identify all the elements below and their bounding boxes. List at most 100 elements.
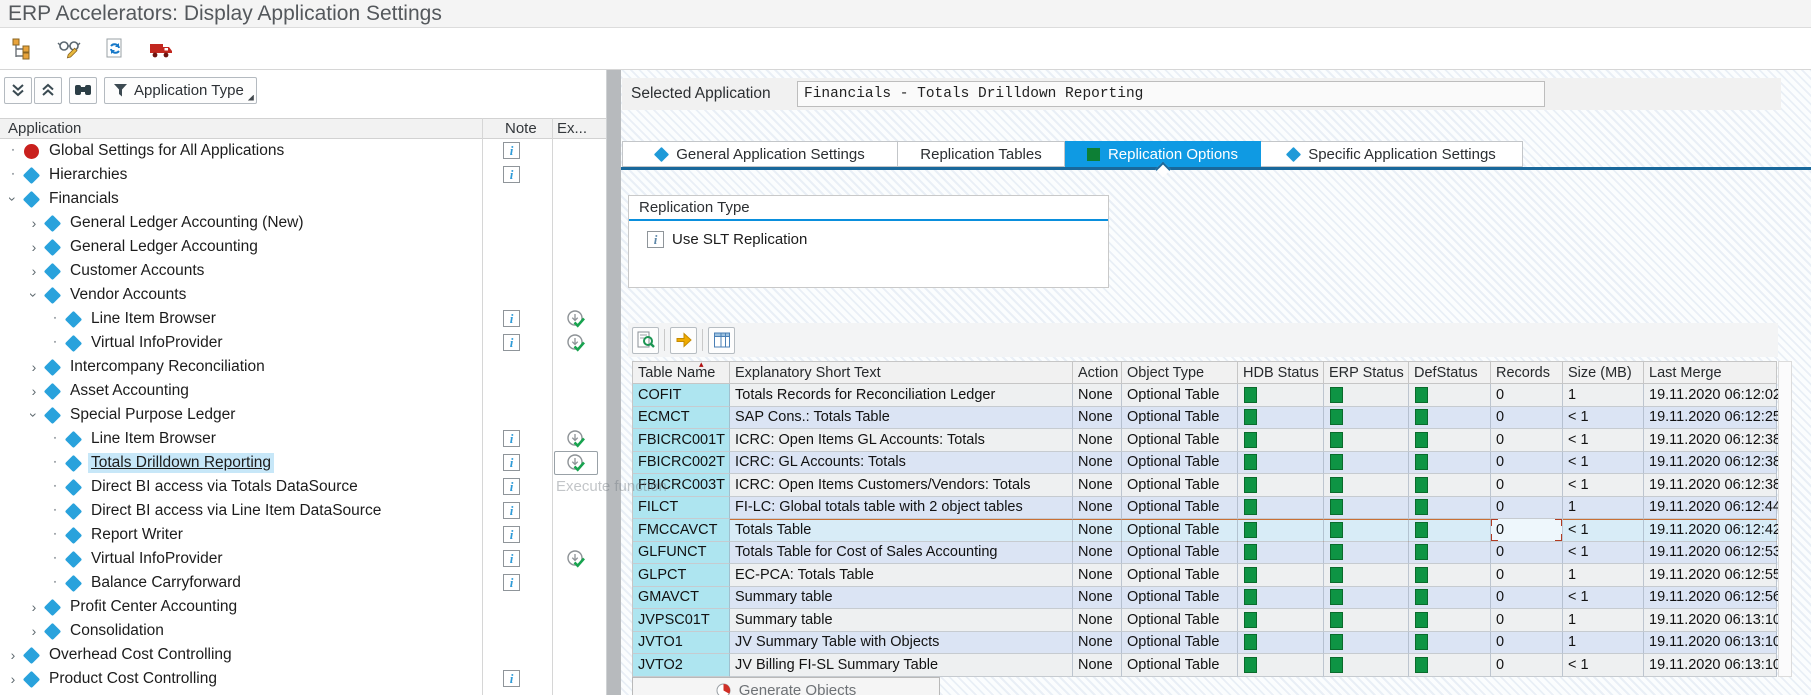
tree-label[interactable]: Customer Accounts [67, 261, 207, 281]
tree-expander[interactable]: › [27, 240, 41, 254]
tree-label[interactable]: Asset Accounting [67, 381, 192, 401]
table-row[interactable]: GLFUNCTTotals Table for Cost of Sales Ac… [632, 542, 1777, 565]
layout-button[interactable] [708, 327, 735, 354]
tree-label[interactable]: Hierarchies [46, 165, 130, 185]
tree-label[interactable]: Global Settings for All Applications [46, 141, 287, 161]
tree-row[interactable]: ▪ Direct BI access via Line Item DataSou… [0, 499, 606, 523]
tree-expander[interactable]: › [27, 216, 41, 230]
tree-row[interactable]: ▪ Line Item Browser i [0, 307, 606, 331]
tree-row[interactable]: ▪ Global Settings for All Applications i [0, 139, 606, 163]
tree-label[interactable]: Direct BI access via Line Item DataSourc… [88, 501, 384, 521]
tree-expander[interactable]: › [6, 672, 20, 686]
note-icon[interactable]: i [503, 526, 520, 543]
tree-row[interactable]: › General Ledger Accounting [0, 235, 606, 259]
column-header-records[interactable]: Records [1491, 362, 1563, 384]
selected-application-field[interactable]: Financials - Totals Drilldown Reporting [797, 81, 1545, 107]
table-row[interactable]: COFITTotals Records for Reconciliation L… [632, 384, 1777, 407]
tree-row[interactable]: › Overhead Cost Controlling [0, 643, 606, 667]
execute-button[interactable] [554, 451, 598, 475]
tab-general-application-settings[interactable]: General Application Settings [622, 141, 898, 167]
column-header-object-type[interactable]: Object Type [1122, 362, 1238, 384]
tree-row[interactable]: ▪ Balance Carryforward i [0, 571, 606, 595]
tree-row[interactable]: ▪ Direct BI access via Totals DataSource… [0, 475, 606, 499]
tree-row[interactable]: ▪ Virtual InfoProvider i [0, 331, 606, 355]
tab-replication-tables[interactable]: Replication Tables [898, 141, 1065, 167]
tree-expander[interactable]: ▪ [48, 480, 62, 494]
generate-objects-button[interactable]: Generate Objects [632, 677, 940, 695]
tree-expander[interactable]: ▪ [48, 504, 62, 518]
column-header-last-merge[interactable]: Last Merge [1644, 362, 1777, 384]
tab-replication-options[interactable]: Replication Options [1065, 141, 1261, 167]
refresh-icon[interactable] [100, 34, 130, 64]
column-header-hdb-status[interactable]: HDB Status [1238, 362, 1324, 384]
execute-button[interactable] [554, 427, 598, 451]
transport-icon[interactable] [146, 34, 176, 64]
column-header-explanatory-short-text[interactable]: Explanatory Short Text [730, 362, 1073, 384]
tree-row[interactable]: › Financials [0, 187, 606, 211]
panel-splitter[interactable] [606, 70, 621, 695]
tree-label[interactable]: Product Cost Controlling [46, 669, 220, 689]
tree-row[interactable]: ▪ Virtual InfoProvider i [0, 547, 606, 571]
hierarchy-icon[interactable] [8, 34, 38, 64]
table-row[interactable]: FILCTFI-LC: Global totals table with 2 o… [632, 497, 1777, 520]
tree-expander[interactable]: ▪ [48, 528, 62, 542]
tree-expander[interactable]: ▪ [6, 168, 20, 182]
tree-label[interactable]: Intercompany Reconciliation [67, 357, 268, 377]
application-column-header[interactable]: Application [8, 120, 81, 137]
collapse-all-button[interactable] [4, 77, 32, 104]
tree-expander[interactable]: ▪ [48, 336, 62, 350]
application-type-filter-button[interactable]: Application Type [104, 77, 257, 104]
tree-label[interactable]: General Ledger Accounting (New) [67, 213, 307, 233]
column-header-action[interactable]: Action [1073, 362, 1122, 384]
note-icon[interactable]: i [503, 310, 520, 327]
tree-label[interactable]: Direct BI access via Totals DataSource [88, 477, 361, 497]
table-row[interactable]: JVTO2JV Billing FI-SL Summary TableNoneO… [632, 654, 1777, 677]
tree-expander[interactable]: › [27, 624, 41, 638]
expand-all-button[interactable] [34, 77, 62, 104]
note-icon[interactable]: i [503, 670, 520, 687]
table-row[interactable]: FBICRC002TICRC: GL Accounts: TotalsNoneO… [632, 452, 1777, 475]
tree-expander[interactable]: › [27, 384, 41, 398]
tree-expander[interactable]: ▪ [48, 432, 62, 446]
execute-button[interactable] [554, 547, 598, 571]
note-icon[interactable]: i [503, 574, 520, 591]
tree-label[interactable]: Totals Drilldown Reporting [88, 453, 274, 473]
note-icon[interactable]: i [503, 166, 520, 183]
table-row[interactable]: GMAVCTSummary tableNoneOptional Table0< … [632, 587, 1777, 610]
table-scrollbar[interactable] [1778, 361, 1792, 677]
tree-row[interactable]: › General Ledger Accounting (New) [0, 211, 606, 235]
tree-row[interactable]: › Asset Accounting [0, 379, 606, 403]
execute-button[interactable] [554, 307, 598, 331]
tree-row[interactable]: › Special Purpose Ledger [0, 403, 606, 427]
tree-label[interactable]: Virtual InfoProvider [88, 549, 226, 569]
note-column-header[interactable]: Note [505, 120, 537, 137]
execute-button[interactable] [554, 331, 598, 355]
tree-label[interactable]: Profit Center Accounting [67, 597, 240, 617]
tree-label[interactable]: Special Purpose Ledger [67, 405, 238, 425]
tree-expander[interactable]: › [6, 192, 20, 206]
tree-expander[interactable]: › [6, 648, 20, 662]
info-icon[interactable]: i [647, 231, 664, 248]
tree-row[interactable]: › Consolidation [0, 619, 606, 643]
tree-expander[interactable]: › [27, 264, 41, 278]
tree-label[interactable]: Line Item Browser [88, 429, 219, 449]
tree-row[interactable]: › Product Cost Controlling i [0, 667, 606, 691]
tree-row[interactable]: ▪ Report Writer i [0, 523, 606, 547]
tree-row[interactable]: › Vendor Accounts [0, 283, 606, 307]
tree-row[interactable]: ▪ Line Item Browser i [0, 427, 606, 451]
table-row[interactable]: ECMCTSAP Cons.: Totals TableNoneOptional… [632, 407, 1777, 430]
table-row[interactable]: FBICRC001TICRC: Open Items GL Accounts: … [632, 429, 1777, 452]
column-header-erp-status[interactable]: ERP Status [1324, 362, 1409, 384]
note-icon[interactable]: i [503, 454, 520, 471]
note-icon[interactable]: i [503, 478, 520, 495]
tree-label[interactable]: Financials [46, 189, 122, 209]
tree-expander[interactable]: › [27, 408, 41, 422]
tree-label[interactable]: Overhead Cost Controlling [46, 645, 235, 665]
find-button[interactable] [69, 77, 97, 104]
tree-row[interactable]: › Intercompany Reconciliation [0, 355, 606, 379]
tree-label[interactable]: Report Writer [88, 525, 186, 545]
table-row[interactable]: FMCCAVCTTotals TableNoneOptional Table0<… [632, 519, 1777, 542]
tree-label[interactable]: Balance Carryforward [88, 573, 244, 593]
tree-expander[interactable]: › [27, 288, 41, 302]
table-row[interactable]: GLPCTEC-PCA: Totals TableNoneOptional Ta… [632, 564, 1777, 587]
